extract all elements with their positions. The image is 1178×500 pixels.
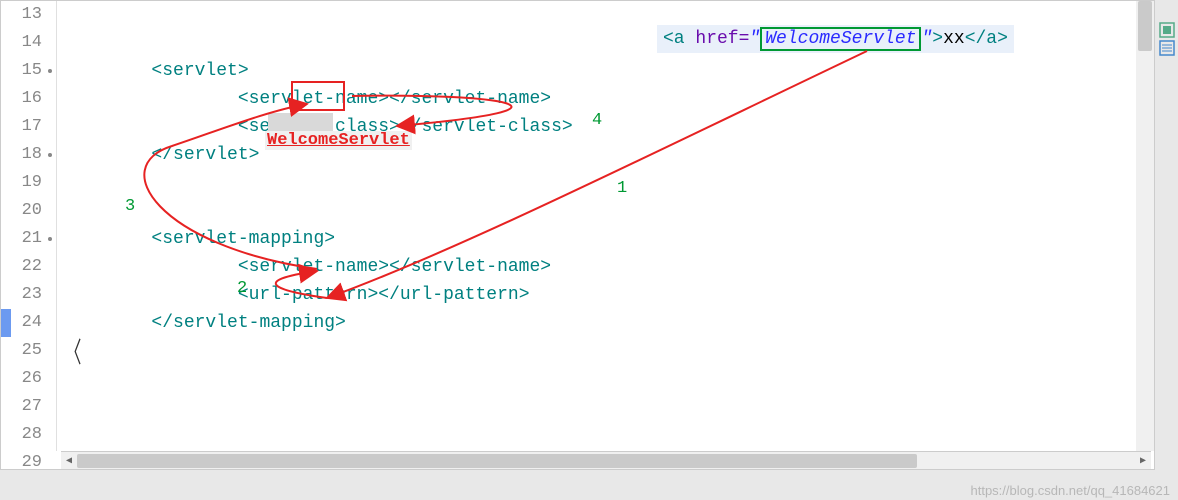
line-number: 16 bbox=[1, 85, 56, 113]
servlet-name-open: <servlet-name> bbox=[238, 89, 389, 109]
code-line-25 bbox=[65, 337, 1154, 365]
line-number: 14 bbox=[1, 29, 56, 57]
indent bbox=[65, 313, 151, 333]
line-number: 22 bbox=[1, 253, 56, 281]
watermark-text: https://blog.csdn.net/qq_41684621 bbox=[971, 483, 1171, 498]
quote: " bbox=[921, 29, 932, 49]
code-line-19 bbox=[65, 169, 1154, 197]
code-line-24: </servlet-mapping> bbox=[65, 309, 1154, 337]
servlet-mapping-open: <servlet-mapping> bbox=[151, 229, 335, 249]
line-number: 28 bbox=[1, 421, 56, 449]
palette-icon[interactable] bbox=[1159, 22, 1175, 38]
inline-hyperlink-snippet: <a href="WelcomeServlet">xx</a> bbox=[657, 25, 1014, 53]
line-number: 19 bbox=[1, 169, 56, 197]
line-number: 23 bbox=[1, 281, 56, 309]
code-line-28 bbox=[65, 421, 1154, 449]
code-line-15: <servlet> bbox=[65, 57, 1154, 85]
a-tag-open: <a bbox=[663, 29, 695, 49]
indent bbox=[65, 61, 151, 81]
line-number: 18 bbox=[1, 141, 56, 169]
code-line-17: <servlet-class></servlet-class> bbox=[65, 113, 1154, 141]
scroll-thumb[interactable] bbox=[77, 454, 917, 468]
vertical-scrollbar[interactable] bbox=[1136, 1, 1154, 451]
url-pattern-open: <url-pattern> bbox=[238, 285, 378, 305]
right-toolbar bbox=[1156, 20, 1178, 58]
code-line-26 bbox=[65, 365, 1154, 393]
code-line-23: <url-pattern></url-pattern> bbox=[65, 281, 1154, 309]
indent bbox=[65, 117, 238, 137]
servlet-name-close: </servlet-name> bbox=[389, 257, 551, 277]
horizontal-scrollbar[interactable]: ◀ ▶ bbox=[61, 451, 1151, 469]
outline-view-icon[interactable] bbox=[1159, 40, 1175, 56]
indent bbox=[65, 145, 151, 165]
scroll-thumb-vertical[interactable] bbox=[1138, 1, 1152, 51]
code-line-22: <servlet-name></servlet-name> bbox=[65, 253, 1154, 281]
line-number: 29 bbox=[1, 449, 56, 477]
indent bbox=[65, 285, 238, 305]
scroll-track[interactable] bbox=[77, 454, 1135, 468]
line-number: 13 bbox=[1, 1, 56, 29]
code-line-18: </servlet> bbox=[65, 141, 1154, 169]
code-text-area[interactable]: <servlet> <servlet-name></servlet-name> … bbox=[57, 1, 1154, 451]
scroll-left-arrow-icon[interactable]: ◀ bbox=[61, 453, 77, 469]
editor-wrapper: 13 14 15 16 17 18 19 20 21 22 23 24 25 2… bbox=[0, 0, 1155, 470]
scroll-right-arrow-icon[interactable]: ▶ bbox=[1135, 453, 1151, 469]
line-number: 21 bbox=[1, 225, 56, 253]
line-number: 15 bbox=[1, 57, 56, 85]
line-number: 24 bbox=[1, 309, 56, 337]
editor-container: 13 14 15 16 17 18 19 20 21 22 23 24 25 2… bbox=[1, 1, 1154, 451]
line-number: 27 bbox=[1, 393, 56, 421]
a-tag-close: </a> bbox=[965, 29, 1008, 49]
text-selection bbox=[268, 113, 333, 133]
servlet-class-close: </servlet-class> bbox=[400, 117, 573, 137]
href-value: WelcomeServlet bbox=[760, 27, 921, 51]
servlet-open-tag: <servlet> bbox=[151, 61, 248, 81]
line-number: 25 bbox=[1, 337, 56, 365]
servlet-name-close: </servlet-name> bbox=[389, 89, 551, 109]
code-line-21: <servlet-mapping> bbox=[65, 225, 1154, 253]
indent bbox=[65, 257, 238, 277]
link-text: xx bbox=[943, 29, 965, 49]
servlet-close-tag: </servlet> bbox=[151, 145, 259, 165]
line-number: 17 bbox=[1, 113, 56, 141]
href-attr: href= bbox=[695, 29, 749, 49]
code-line-16: <servlet-name></servlet-name> bbox=[65, 85, 1154, 113]
line-number: 26 bbox=[1, 365, 56, 393]
line-number-gutter[interactable]: 13 14 15 16 17 18 19 20 21 22 23 24 25 2… bbox=[1, 1, 57, 451]
code-line-20 bbox=[65, 197, 1154, 225]
line-number: 20 bbox=[1, 197, 56, 225]
indent bbox=[65, 229, 151, 249]
code-line-27 bbox=[65, 393, 1154, 421]
url-pattern-close: </url-pattern> bbox=[378, 285, 529, 305]
quote: " bbox=[749, 29, 760, 49]
indent bbox=[65, 89, 238, 109]
tag-close-bracket: > bbox=[932, 29, 943, 49]
servlet-mapping-close: </servlet-mapping> bbox=[151, 313, 345, 333]
servlet-name-open: <servlet-name> bbox=[238, 257, 389, 277]
content-assist-text: WelcomeServlet bbox=[265, 131, 412, 150]
